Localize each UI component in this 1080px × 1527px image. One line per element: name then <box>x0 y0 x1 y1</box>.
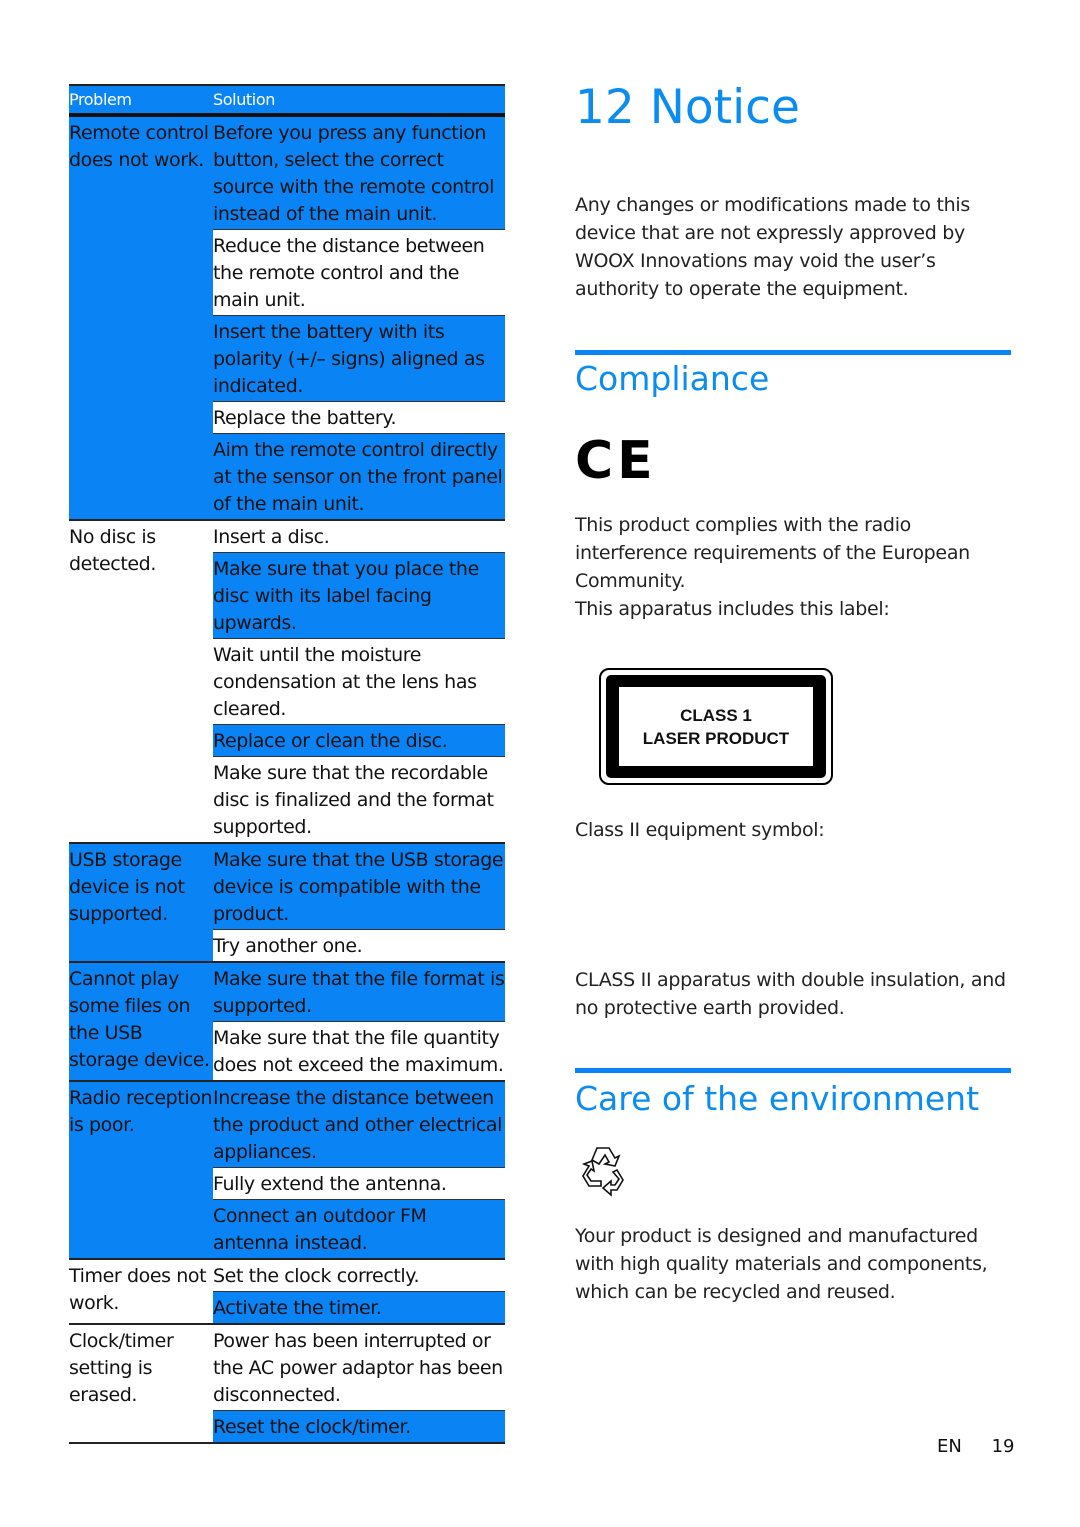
solution-text: Increase the distance between the produc… <box>213 1087 502 1163</box>
solution-text: Activate the timer. <box>213 1297 382 1319</box>
page-number: 19 <box>991 1436 1015 1457</box>
solution-item: Connect an outdoor FM antenna instead. <box>213 1200 505 1258</box>
recycle-icon <box>575 1144 635 1200</box>
compliance-text: This product complies with the radio int… <box>575 514 970 592</box>
solution-text: Set the clock correctly. <box>213 1265 420 1287</box>
class2-intro: Class II equipment symbol: <box>575 819 825 841</box>
notice-intro: Any changes or modifications made to thi… <box>575 194 970 300</box>
problem-cell: USB storage device is not supported. <box>69 844 213 961</box>
solution-item: Insert a disc. <box>213 521 505 553</box>
class2-text: CLASS II apparatus with double insulatio… <box>575 969 1006 1019</box>
notice-column: 12 Notice Any changes or modifications m… <box>575 70 1011 623</box>
compliance-heading: Compliance <box>575 359 770 398</box>
solution-item: Try another one. <box>213 930 505 961</box>
solution-item: Fully extend the antenna. <box>213 1168 505 1200</box>
solution-text: Insert a disc. <box>213 526 330 548</box>
section-divider <box>575 350 1011 355</box>
solution-item: Reset the clock/timer. <box>213 1411 505 1442</box>
solution-text: Fully extend the antenna. <box>213 1173 447 1195</box>
table-row: Radio reception is poor. Increase the dis… <box>69 1082 505 1260</box>
solution-item: Make sure that the recordable disc is fi… <box>213 757 505 842</box>
solution-text: Before you press any function button, se… <box>213 122 494 225</box>
laser-label-line1: CLASS 1 <box>680 705 752 725</box>
solution-item: Make sure that the USB storage device is… <box>213 844 505 930</box>
table-row: Cannot play some files on the USB storag… <box>69 963 505 1082</box>
header-problem: Problem <box>69 90 132 109</box>
solution-text: Aim the remote control directly at the s… <box>213 439 503 515</box>
problem-cell: Radio reception is poor. <box>69 1082 213 1258</box>
solution-text: Try another one. <box>213 935 363 957</box>
environment-text: Your product is designed and manufacture… <box>575 1225 988 1303</box>
problem-cell: Cannot play some files on the USB storag… <box>69 963 213 1080</box>
label-intro: This apparatus includes this label: <box>575 598 890 620</box>
environment-section: Care of the environment Your product is … <box>575 1068 1011 1306</box>
section-divider <box>575 1068 1011 1073</box>
table-row: Remote control does not work. Before you … <box>69 117 505 521</box>
solution-text: Insert the battery with its polarity (+/… <box>213 321 485 397</box>
solution-text: Make sure that the USB storage device is… <box>213 849 504 925</box>
solution-item: Before you press any function button, se… <box>213 117 505 230</box>
solution-text: Replace the battery. <box>213 407 397 429</box>
problem-cell: No disc is detected. <box>69 526 156 575</box>
solution-item: Aim the remote control directly at the s… <box>213 434 505 519</box>
solutions-cell: Power has been interrupted or the AC pow… <box>213 1325 505 1442</box>
ce-mark-icon: CE <box>575 431 657 491</box>
table-row: Timer does not work. Set the clock correc… <box>69 1260 505 1325</box>
table-row: USB storage device is not supported. Make… <box>69 844 505 963</box>
solution-text: Make sure that the recordable disc is fi… <box>213 762 494 838</box>
problem-cell: Remote control does not work. <box>69 117 213 519</box>
table-header: Problem Solution <box>69 84 505 117</box>
solution-item: Wait until the moisture condensation at … <box>213 639 505 725</box>
solution-item: Make sure that the file quantity does no… <box>213 1022 505 1080</box>
solution-text: Power has been interrupted or the AC pow… <box>213 1330 503 1406</box>
solution-text: Wait until the moisture condensation at … <box>213 644 477 720</box>
solution-item: Replace the battery. <box>213 402 505 434</box>
table-row: Clock/timer setting is erased. Power has … <box>69 1325 505 1444</box>
table-row: No disc is detected. Insert a disc. Make s… <box>69 521 505 844</box>
solution-text: Reduce the distance between the remote c… <box>213 235 485 311</box>
solution-text: Replace or clean the disc. <box>213 730 448 752</box>
solution-item: Set the clock correctly. <box>213 1260 505 1292</box>
troubleshooting-table: Problem Solution Remote control does not… <box>69 84 505 1444</box>
solution-item: Replace or clean the disc. <box>213 725 505 757</box>
solutions-cell: Before you press any function button, se… <box>213 117 505 519</box>
solution-item: Insert the battery with its polarity (+/… <box>213 316 505 402</box>
solution-item: Reduce the distance between the remote c… <box>213 230 505 316</box>
page-footer: EN 19 <box>937 1436 1014 1457</box>
solution-item: Activate the timer. <box>213 1292 505 1323</box>
page-title: 12 Notice <box>575 80 800 135</box>
solution-text: Make sure that the file format is suppor… <box>213 968 505 1017</box>
problem-cell: Clock/timer setting is erased. <box>69 1330 174 1406</box>
solution-item: Make sure that the file format is suppor… <box>213 963 505 1022</box>
table-body: Remote control does not work. Before you … <box>69 117 505 1444</box>
header-solution: Solution <box>213 90 275 109</box>
environment-heading: Care of the environment <box>575 1079 980 1118</box>
solutions-cell: Make sure that the USB storage device is… <box>213 844 505 961</box>
laser-product-label: CLASS 1 LASER PRODUCT <box>599 668 833 785</box>
solutions-cell: Insert a disc. Make sure that you place t… <box>213 521 505 842</box>
solutions-cell: Set the clock correctly. Activate the tim… <box>213 1260 505 1323</box>
solution-item: Power has been interrupted or the AC pow… <box>213 1325 505 1411</box>
solution-text: Make sure that the file quantity does no… <box>213 1027 504 1076</box>
solutions-cell: Increase the distance between the produc… <box>213 1082 505 1258</box>
problem-cell: Timer does not work. <box>69 1265 207 1314</box>
language-code: EN <box>937 1436 962 1457</box>
solution-text: Make sure that you place the disc with i… <box>213 558 479 634</box>
laser-label-line2: LASER PRODUCT <box>642 728 790 748</box>
solutions-cell: Make sure that the file format is suppor… <box>213 963 505 1080</box>
solution-item: Increase the distance between the produc… <box>213 1082 505 1168</box>
solution-text: Connect an outdoor FM antenna instead. <box>213 1205 427 1254</box>
solution-item: Make sure that you place the disc with i… <box>213 553 505 639</box>
solution-text: Reset the clock/timer. <box>213 1416 411 1438</box>
